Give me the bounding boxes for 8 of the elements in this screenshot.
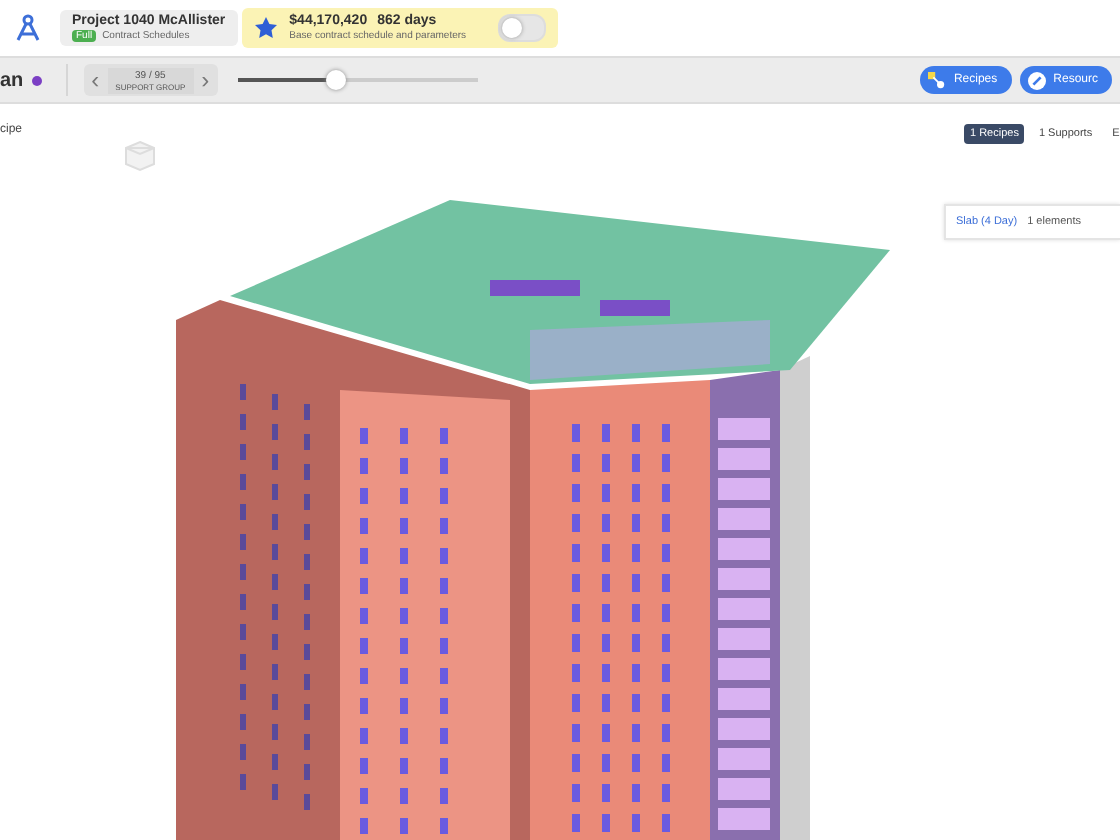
cube-icon[interactable] xyxy=(124,140,156,172)
star-icon xyxy=(253,16,278,40)
page-title: an xyxy=(0,69,24,91)
network-icon xyxy=(927,71,946,89)
compass-logo-icon[interactable] xyxy=(16,14,40,42)
info-dot-icon xyxy=(31,75,42,85)
toggle-switch[interactable] xyxy=(498,14,547,42)
slider-thumb[interactable] xyxy=(325,70,346,90)
